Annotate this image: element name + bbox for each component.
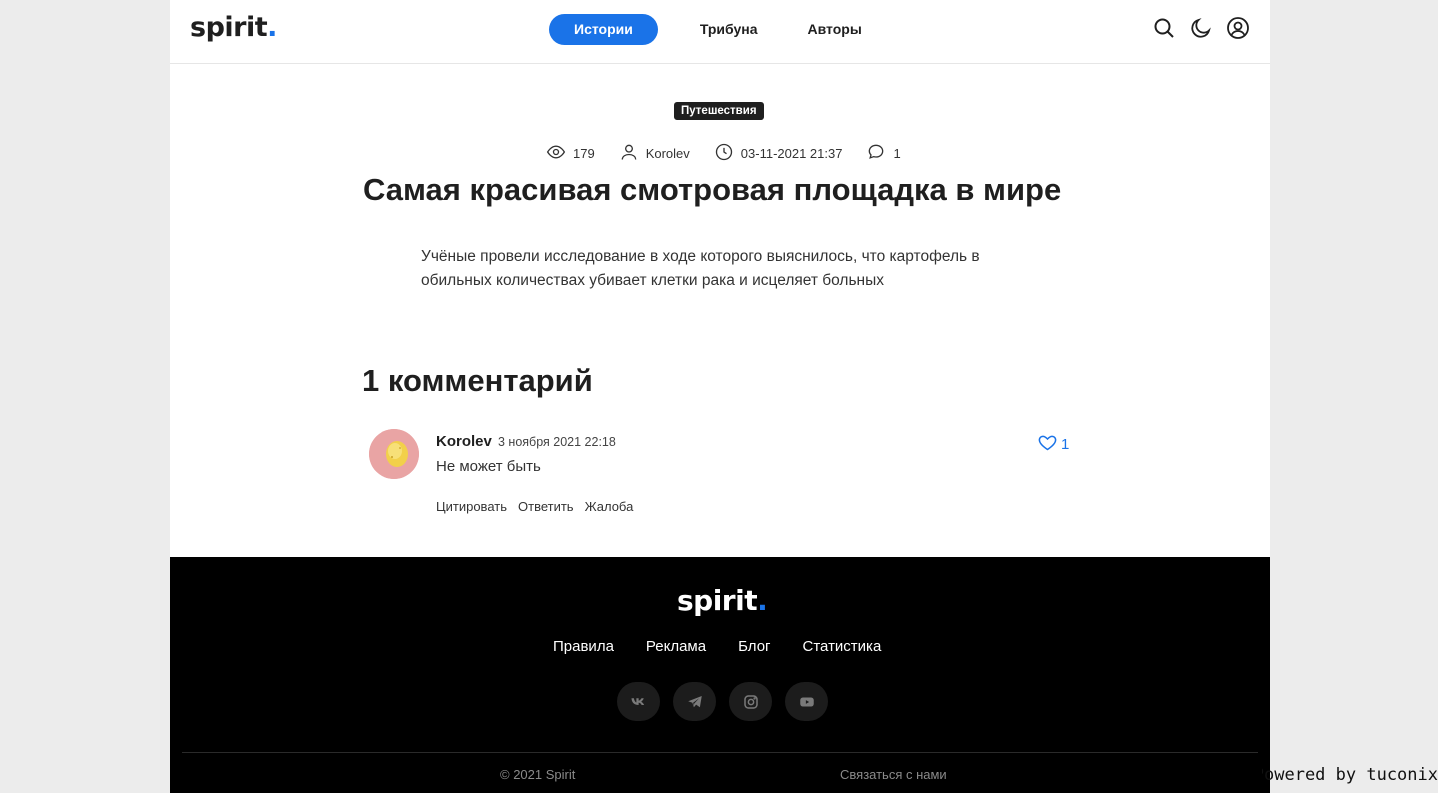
footer-logo-text: spirit [677, 584, 758, 617]
header-actions [1152, 16, 1250, 40]
date-meta: 03-11-2021 21:37 [714, 142, 843, 165]
nav-item-stories[interactable]: Истории [549, 14, 658, 45]
main-nav: Истории Трибуна Авторы [549, 14, 887, 45]
telegram-icon[interactable] [673, 682, 716, 721]
comments-heading: 1 комментарий [362, 363, 593, 398]
instagram-icon[interactable] [729, 682, 772, 721]
footer-link-rules[interactable]: Правила [553, 638, 614, 655]
site-logo[interactable]: spirit. [190, 12, 277, 43]
person-icon [619, 142, 646, 165]
site-footer: spirit. Правила Реклама Блог Статистика … [170, 557, 1270, 793]
article-meta: 179 Korolev 03-11-2021 21:37 1 [546, 142, 925, 165]
footer-link-blog[interactable]: Блог [738, 638, 770, 655]
heart-icon [1037, 432, 1061, 457]
article-author[interactable]: Korolev [646, 146, 690, 161]
vk-icon[interactable] [617, 682, 660, 721]
article-body: Учёные провели исследование в ходе котор… [421, 248, 980, 289]
reply-button[interactable]: Ответить [518, 499, 574, 514]
quote-button[interactable]: Цитировать [436, 499, 507, 514]
comment-date: 3 ноября 2021 22:18 [498, 435, 616, 449]
article-datetime: 03-11-2021 21:37 [740, 146, 843, 161]
footer-link-ads[interactable]: Реклама [646, 638, 706, 655]
footer-link-stats[interactable]: Статистика [803, 638, 882, 655]
author-meta: Korolev [619, 142, 690, 165]
comment-item: Korolev 3 ноября 2021 22:18 Не может быт… [369, 429, 1071, 519]
footer-copyright: © 2021 Spirit [500, 767, 576, 782]
logo-text: spirit [190, 12, 268, 43]
footer-logo-dot: . [757, 584, 768, 617]
nav-item-tribune[interactable]: Трибуна [675, 14, 783, 45]
comments-meta: 1 [866, 142, 901, 165]
footer-links: Правила Реклама Блог Статистика [553, 638, 881, 655]
footer-contact-link[interactable]: Связаться с нами [840, 767, 947, 782]
views-count: 179 [573, 146, 595, 161]
clock-icon [714, 142, 741, 165]
views-meta: 179 [546, 142, 595, 165]
avatar[interactable] [369, 429, 419, 479]
site-header: spirit. Истории Трибуна Авторы [170, 0, 1270, 64]
like-count: 1 [1061, 436, 1070, 453]
youtube-icon[interactable] [785, 682, 828, 721]
comment-author[interactable]: Korolev [436, 433, 492, 450]
moon-icon[interactable] [1189, 16, 1213, 40]
like-button[interactable]: 1 [1037, 432, 1069, 457]
comment-actions: Цитировать Ответить Жалоба [436, 499, 633, 514]
page: spirit. Истории Трибуна Авторы Путешеств… [170, 0, 1270, 793]
logo-dot: . [267, 12, 277, 43]
category-tag[interactable]: Путешествия [674, 102, 764, 120]
comment-bubble-icon [866, 142, 893, 165]
powered-by: Powered by tuconix © [1262, 765, 1438, 785]
comments-count: 1 [893, 146, 901, 161]
comment-text: Не может быть [436, 458, 541, 475]
footer-divider [182, 752, 1258, 753]
nav-item-authors[interactable]: Авторы [783, 14, 887, 45]
eye-icon [546, 142, 573, 165]
search-icon[interactable] [1152, 16, 1176, 40]
article-title: Самая красивая смотровая площадка в мире [363, 172, 1062, 207]
footer-logo[interactable]: spirit. [677, 584, 768, 617]
social-links [617, 682, 828, 721]
user-icon[interactable] [1226, 16, 1250, 40]
report-button[interactable]: Жалоба [585, 499, 634, 514]
